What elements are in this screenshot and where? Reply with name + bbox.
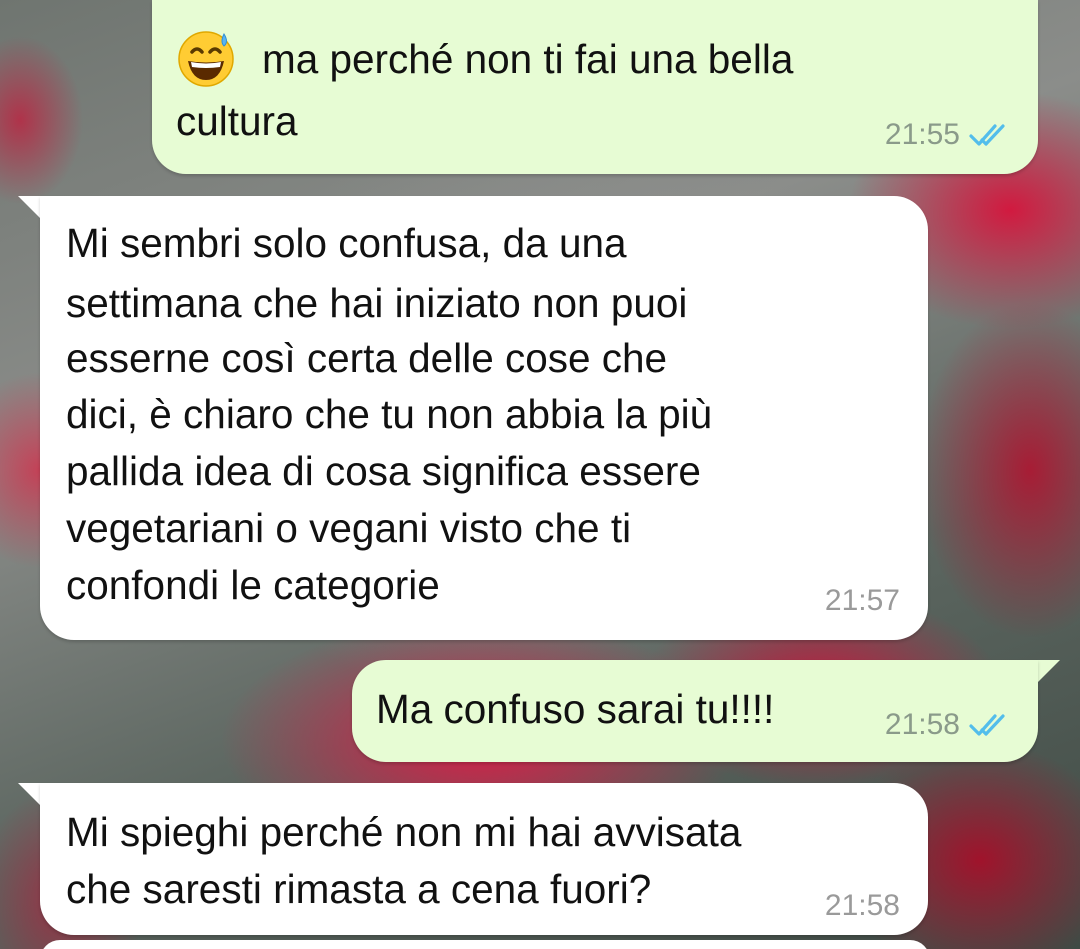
message-timestamp: 21:58 bbox=[824, 889, 900, 922]
message-text-line: dici, è chiaro che tu non abbia la più bbox=[66, 391, 713, 437]
message-text-line: pallida idea di cosa significa essere bbox=[66, 448, 701, 494]
incoming-message-bubble[interactable]: Mi sembri solo confusa, da una settimana… bbox=[40, 196, 928, 640]
message-text-line: Ma confuso sarai tu!!!! bbox=[376, 686, 775, 732]
grinning-face-with-sweat-icon bbox=[178, 31, 234, 87]
message-meta: 21:58 bbox=[885, 708, 1014, 742]
message-text-line: settimana che hai iniziato non puoi bbox=[66, 280, 688, 326]
message-text-line: vegetariani o vegani visto che ti bbox=[66, 505, 632, 551]
message-timestamp: 21:58 bbox=[884, 708, 960, 741]
message-meta: 21:58 bbox=[825, 889, 900, 923]
message-timestamp: 21:57 bbox=[824, 584, 900, 617]
message-text-line: Mi spieghi perché non mi hai avvisata bbox=[66, 809, 742, 855]
message-meta: 21:55 bbox=[885, 118, 1014, 152]
message-timestamp: 21:55 bbox=[884, 118, 960, 151]
message-text-line: confondi le categorie bbox=[66, 562, 440, 608]
incoming-message-bubble[interactable]: Mi spieghi perché non mi hai avvisata ch… bbox=[40, 783, 928, 935]
double-check-read-icon bbox=[969, 714, 1005, 736]
message-text-line: ma perché non ti fai una bella bbox=[262, 36, 794, 82]
message-text-line: esserne così certa delle cose che bbox=[66, 335, 668, 381]
double-check-read-icon bbox=[969, 124, 1005, 146]
message-text-line: Mi sembri solo confusa, da una bbox=[66, 220, 627, 266]
message-meta: 21:57 bbox=[825, 584, 900, 618]
message-text-line: che saresti rimasta a cena fuori? bbox=[66, 866, 652, 912]
message-text-line: cultura bbox=[176, 98, 298, 144]
outgoing-message-bubble[interactable]: Ma confuso sarai tu!!!! 21:58 bbox=[352, 660, 1038, 762]
next-message-bubble-edge bbox=[40, 940, 930, 949]
outgoing-message-bubble[interactable]: ma perché non ti fai una bella cultura 2… bbox=[152, 0, 1038, 174]
